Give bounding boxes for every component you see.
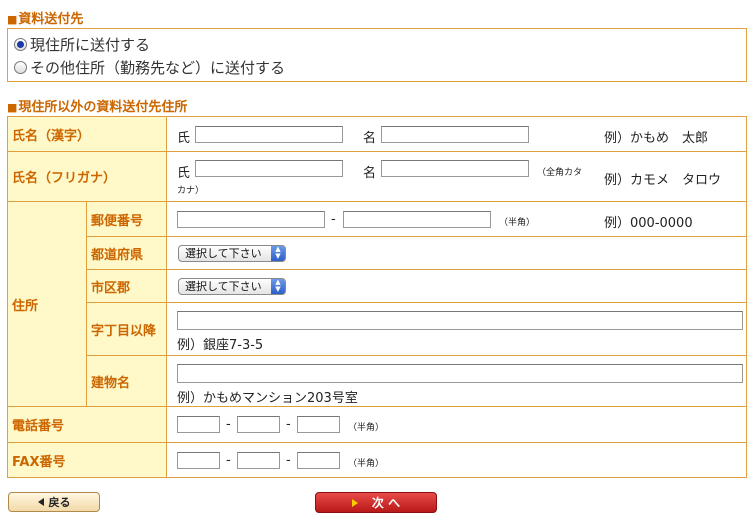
radio-label: その他住所（勤務先など）に送付する — [30, 58, 286, 77]
fax-input-3[interactable] — [297, 452, 340, 469]
destination-radio-group: 現住所に送付する その他住所（勤務先など）に送付する — [7, 28, 747, 82]
fax-input-2[interactable] — [237, 452, 280, 469]
label-fax: FAX番号 — [7, 442, 167, 478]
sei-label: 氏 — [177, 166, 191, 181]
label-building: 建物名 — [86, 355, 167, 407]
select-arrows-icon: ▲ ▼ — [271, 279, 285, 294]
triangle-left-icon — [37, 498, 44, 506]
name-kana-cell: 氏 名 （全角カタ カナ） 例）カモメ タロウ — [166, 151, 747, 202]
phone-input-1[interactable] — [177, 416, 220, 433]
section-title-destination: ■資料送付先 — [7, 8, 83, 27]
radio-other-address[interactable]: その他住所（勤務先など）に送付する — [14, 57, 285, 77]
radio-current-address[interactable]: 現住所に送付する — [14, 34, 150, 54]
select-arrows-icon: ▲ ▼ — [271, 246, 285, 261]
sei-label: 氏 — [177, 131, 191, 146]
postal-code-input-1[interactable] — [177, 211, 325, 228]
postal-example: 例）000-0000 — [604, 216, 693, 231]
prefecture-select[interactable]: 選択して下さい ▲ ▼ — [178, 245, 286, 262]
label-name-kana: 氏名（フリガナ） — [7, 151, 167, 202]
select-value: 選択して下さい — [185, 280, 262, 293]
postal-code-input-2[interactable] — [343, 211, 491, 228]
back-button[interactable]: 戻る — [8, 492, 100, 512]
kana-note-line1: （全角カタ — [537, 168, 583, 178]
label-prefecture: 都道府県 — [86, 236, 167, 270]
name-kanji-cell: 氏 名 例）かもめ 太郎 — [166, 116, 747, 152]
phone-note: （半角） — [348, 423, 385, 433]
square-bullet-icon: ■ — [7, 101, 18, 114]
building-input[interactable] — [177, 364, 743, 383]
row-city: 市区郡 選択して下さい ▲ ▼ — [8, 269, 747, 303]
postal-note: （半角） — [499, 218, 536, 228]
radio-label: 現住所に送付する — [30, 35, 151, 54]
label-name-kanji: 氏名（漢字） — [7, 116, 167, 152]
phone-cell: - - （半角） — [166, 406, 747, 443]
postal-separator: - — [331, 212, 336, 227]
name-kana-example: 例）カモメ タロウ — [604, 173, 722, 188]
row-prefecture: 都道府県 選択して下さい ▲ ▼ — [8, 236, 747, 270]
city-cell: 選択して下さい ▲ ▼ — [166, 269, 747, 303]
fax-separator-2: - — [286, 453, 291, 468]
name-kanji-mei-input[interactable] — [381, 126, 529, 143]
name-kanji-example: 例）かもめ 太郎 — [604, 131, 709, 146]
label-city: 市区郡 — [86, 269, 167, 303]
fax-input-1[interactable] — [177, 452, 220, 469]
radio-unchecked-icon[interactable] — [14, 60, 27, 74]
row-postal: 住所 郵便番号 - （半角） 例）000-0000 — [7, 201, 747, 407]
fax-cell: - - （半角） — [166, 442, 747, 478]
building-cell: 例）かもめマンション203号室 — [166, 355, 747, 407]
section-title-other-address: ■現住所以外の資料送付先住所 — [7, 96, 187, 115]
label-address: 住所 — [7, 201, 87, 407]
label-street: 字丁目以降 — [86, 302, 167, 356]
name-kana-sei-input[interactable] — [195, 160, 343, 177]
fax-separator-1: - — [226, 453, 231, 468]
label-phone: 電話番号 — [7, 406, 167, 443]
next-button[interactable]: 次 へ — [315, 492, 437, 513]
street-example: 例）銀座7-3-5 — [177, 338, 264, 353]
square-bullet-icon: ■ — [7, 13, 18, 26]
label-postal: 郵便番号 — [86, 201, 167, 237]
mei-label: 名 — [363, 166, 377, 181]
kana-note-line2: カナ） — [177, 186, 205, 196]
radio-checked-icon[interactable] — [14, 37, 27, 51]
postal-cell: - （半角） 例）000-0000 — [166, 201, 747, 237]
triangle-right-icon — [351, 498, 358, 507]
fax-note: （半角） — [348, 459, 385, 469]
row-building: 建物名 例）かもめマンション203号室 — [8, 355, 747, 407]
address-form-table: 氏名（漢字） 氏 名 例）かもめ 太郎 氏名（フリガナ） 氏 名 （全角カタ カ… — [7, 116, 747, 478]
phone-separator-2: - — [286, 417, 291, 432]
name-kanji-sei-input[interactable] — [195, 126, 343, 143]
section-title-text: 現住所以外の資料送付先住所 — [18, 100, 188, 115]
row-name-kana: 氏名（フリガナ） 氏 名 （全角カタ カナ） 例）カモメ タロウ — [7, 151, 747, 202]
prefecture-cell: 選択して下さい ▲ ▼ — [166, 236, 747, 270]
street-input[interactable] — [177, 311, 743, 330]
name-kana-mei-input[interactable] — [381, 160, 529, 177]
city-select[interactable]: 選択して下さい ▲ ▼ — [178, 278, 286, 295]
building-example: 例）かもめマンション203号室 — [177, 391, 358, 406]
phone-input-3[interactable] — [297, 416, 340, 433]
select-value: 選択して下さい — [185, 247, 262, 260]
next-button-label: 次 へ — [371, 496, 401, 510]
street-cell: 例）銀座7-3-5 — [166, 302, 747, 356]
section-title-text: 資料送付先 — [18, 12, 84, 27]
mei-label: 名 — [363, 131, 377, 146]
phone-separator-1: - — [226, 417, 231, 432]
row-name-kanji: 氏名（漢字） 氏 名 例）かもめ 太郎 — [7, 116, 747, 152]
row-fax: FAX番号 - - （半角） — [7, 442, 747, 478]
row-street: 字丁目以降 例）銀座7-3-5 — [8, 302, 747, 356]
phone-input-2[interactable] — [237, 416, 280, 433]
back-button-label: 戻る — [48, 496, 71, 509]
row-phone: 電話番号 - - （半角） — [7, 406, 747, 443]
